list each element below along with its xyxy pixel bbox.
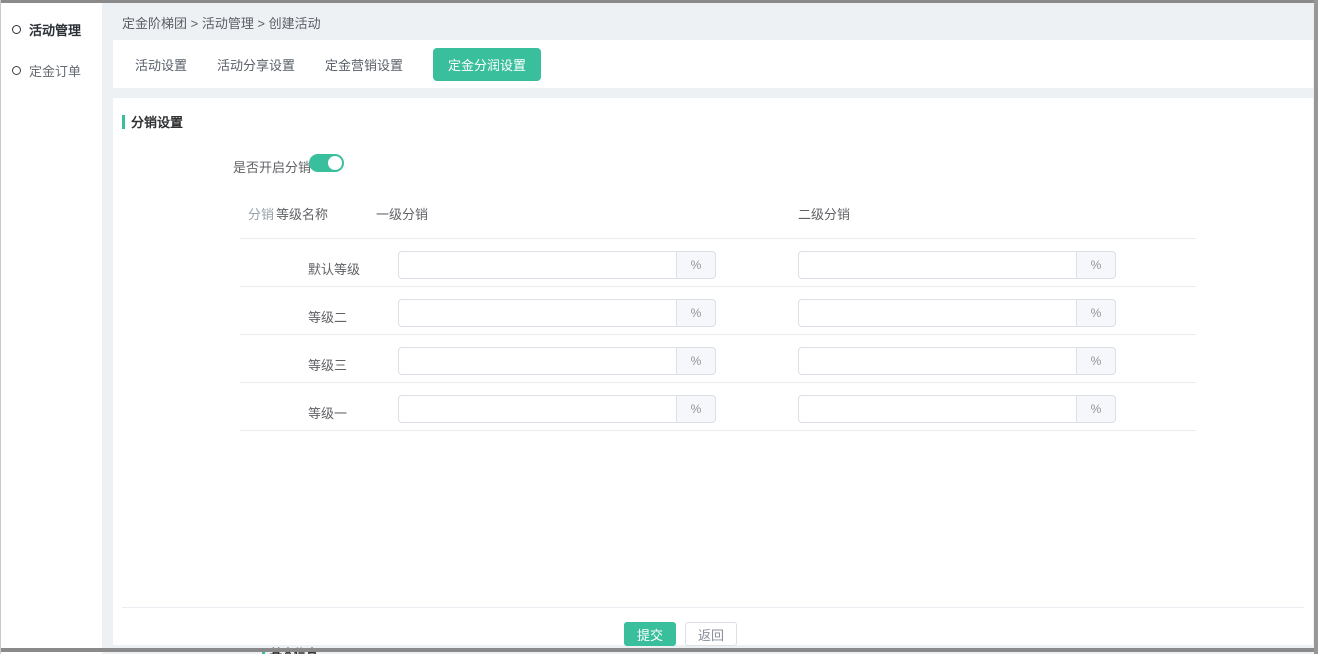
section-header: 分销设置 [122, 112, 183, 131]
row-label: 等级一 [308, 403, 347, 422]
level2-percent-input[interactable] [798, 251, 1076, 279]
level2-percent-input[interactable] [798, 299, 1076, 327]
enable-distribution-label: 是否开启分销 [233, 157, 311, 176]
row-label: 等级二 [308, 307, 347, 326]
level1-percent-input[interactable] [398, 251, 676, 279]
row-divider [240, 286, 1196, 287]
circle-icon [12, 66, 21, 75]
circle-icon [12, 25, 21, 34]
footer-divider [122, 607, 1304, 608]
level1-percent-input[interactable] [398, 347, 676, 375]
tab-activity-share-settings[interactable]: 活动分享设置 [217, 55, 295, 74]
horizontal-scrollbar[interactable] [0, 648, 1318, 652]
percent-suffix: % [676, 251, 716, 279]
toggle-knob [328, 156, 342, 170]
level1-percent-group: % [398, 347, 716, 375]
table-group-label: 分销 [248, 204, 274, 223]
column-header-level-name: 等级名称 [276, 204, 328, 223]
column-header-level1-distribution: 一级分销 [376, 204, 428, 223]
sidebar-item-label: 定金订单 [29, 61, 81, 80]
window-top-border [0, 0, 1318, 3]
percent-suffix: % [676, 299, 716, 327]
window-right-border [1314, 0, 1318, 654]
row-divider [240, 382, 1196, 383]
app-window: 活动管理 定金订单 定金阶梯团 > 活动管理 > 创建活动 活动设置 活动分享设… [0, 0, 1318, 654]
level1-percent-group: % [398, 395, 716, 423]
breadcrumb[interactable]: 定金阶梯团 > 活动管理 > 创建活动 [122, 13, 321, 32]
level2-percent-group: % [798, 251, 1116, 279]
percent-suffix: % [1076, 395, 1116, 423]
section-title: 分销设置 [131, 112, 183, 131]
tab-bar: 活动设置 活动分享设置 定金营销设置 定金分润设置 [113, 40, 1313, 88]
level2-percent-input[interactable] [798, 347, 1076, 375]
window-left-border [0, 0, 1, 654]
enable-distribution-toggle[interactable] [309, 154, 344, 172]
section-accent-bar [122, 115, 125, 129]
level2-percent-group: % [798, 299, 1116, 327]
percent-suffix: % [676, 347, 716, 375]
percent-suffix: % [676, 395, 716, 423]
row-divider [240, 238, 1196, 239]
row-label: 默认等级 [308, 259, 360, 278]
sidebar-item-deposit-orders[interactable]: 定金订单 [1, 50, 102, 91]
column-header-level2-distribution: 二级分销 [798, 204, 850, 223]
level2-percent-group: % [798, 395, 1116, 423]
row-divider [240, 334, 1196, 335]
percent-suffix: % [1076, 251, 1116, 279]
sidebar-item-label: 活动管理 [29, 20, 81, 39]
row-label: 等级三 [308, 355, 347, 374]
submit-button[interactable]: 提交 [624, 622, 676, 646]
level2-percent-input[interactable] [798, 395, 1076, 423]
row-divider [240, 430, 1196, 431]
tab-deposit-profit-settings[interactable]: 定金分润设置 [433, 48, 541, 81]
distribution-settings-panel: 分销设置 是否开启分销 分销 等级名称 一级分销 二级分销 默认等级 % % 等… [113, 98, 1313, 645]
level2-percent-group: % [798, 347, 1116, 375]
level1-percent-group: % [398, 251, 716, 279]
level1-percent-input[interactable] [398, 395, 676, 423]
sidebar: 活动管理 定金订单 [1, 3, 102, 654]
tab-deposit-marketing-settings[interactable]: 定金营销设置 [325, 55, 403, 74]
percent-suffix: % [1076, 299, 1116, 327]
sidebar-item-activity-management[interactable]: 活动管理 [1, 9, 102, 50]
back-button[interactable]: 返回 [685, 622, 737, 646]
level1-percent-group: % [398, 299, 716, 327]
percent-suffix: % [1076, 347, 1116, 375]
tab-activity-settings[interactable]: 活动设置 [135, 55, 187, 74]
level1-percent-input[interactable] [398, 299, 676, 327]
